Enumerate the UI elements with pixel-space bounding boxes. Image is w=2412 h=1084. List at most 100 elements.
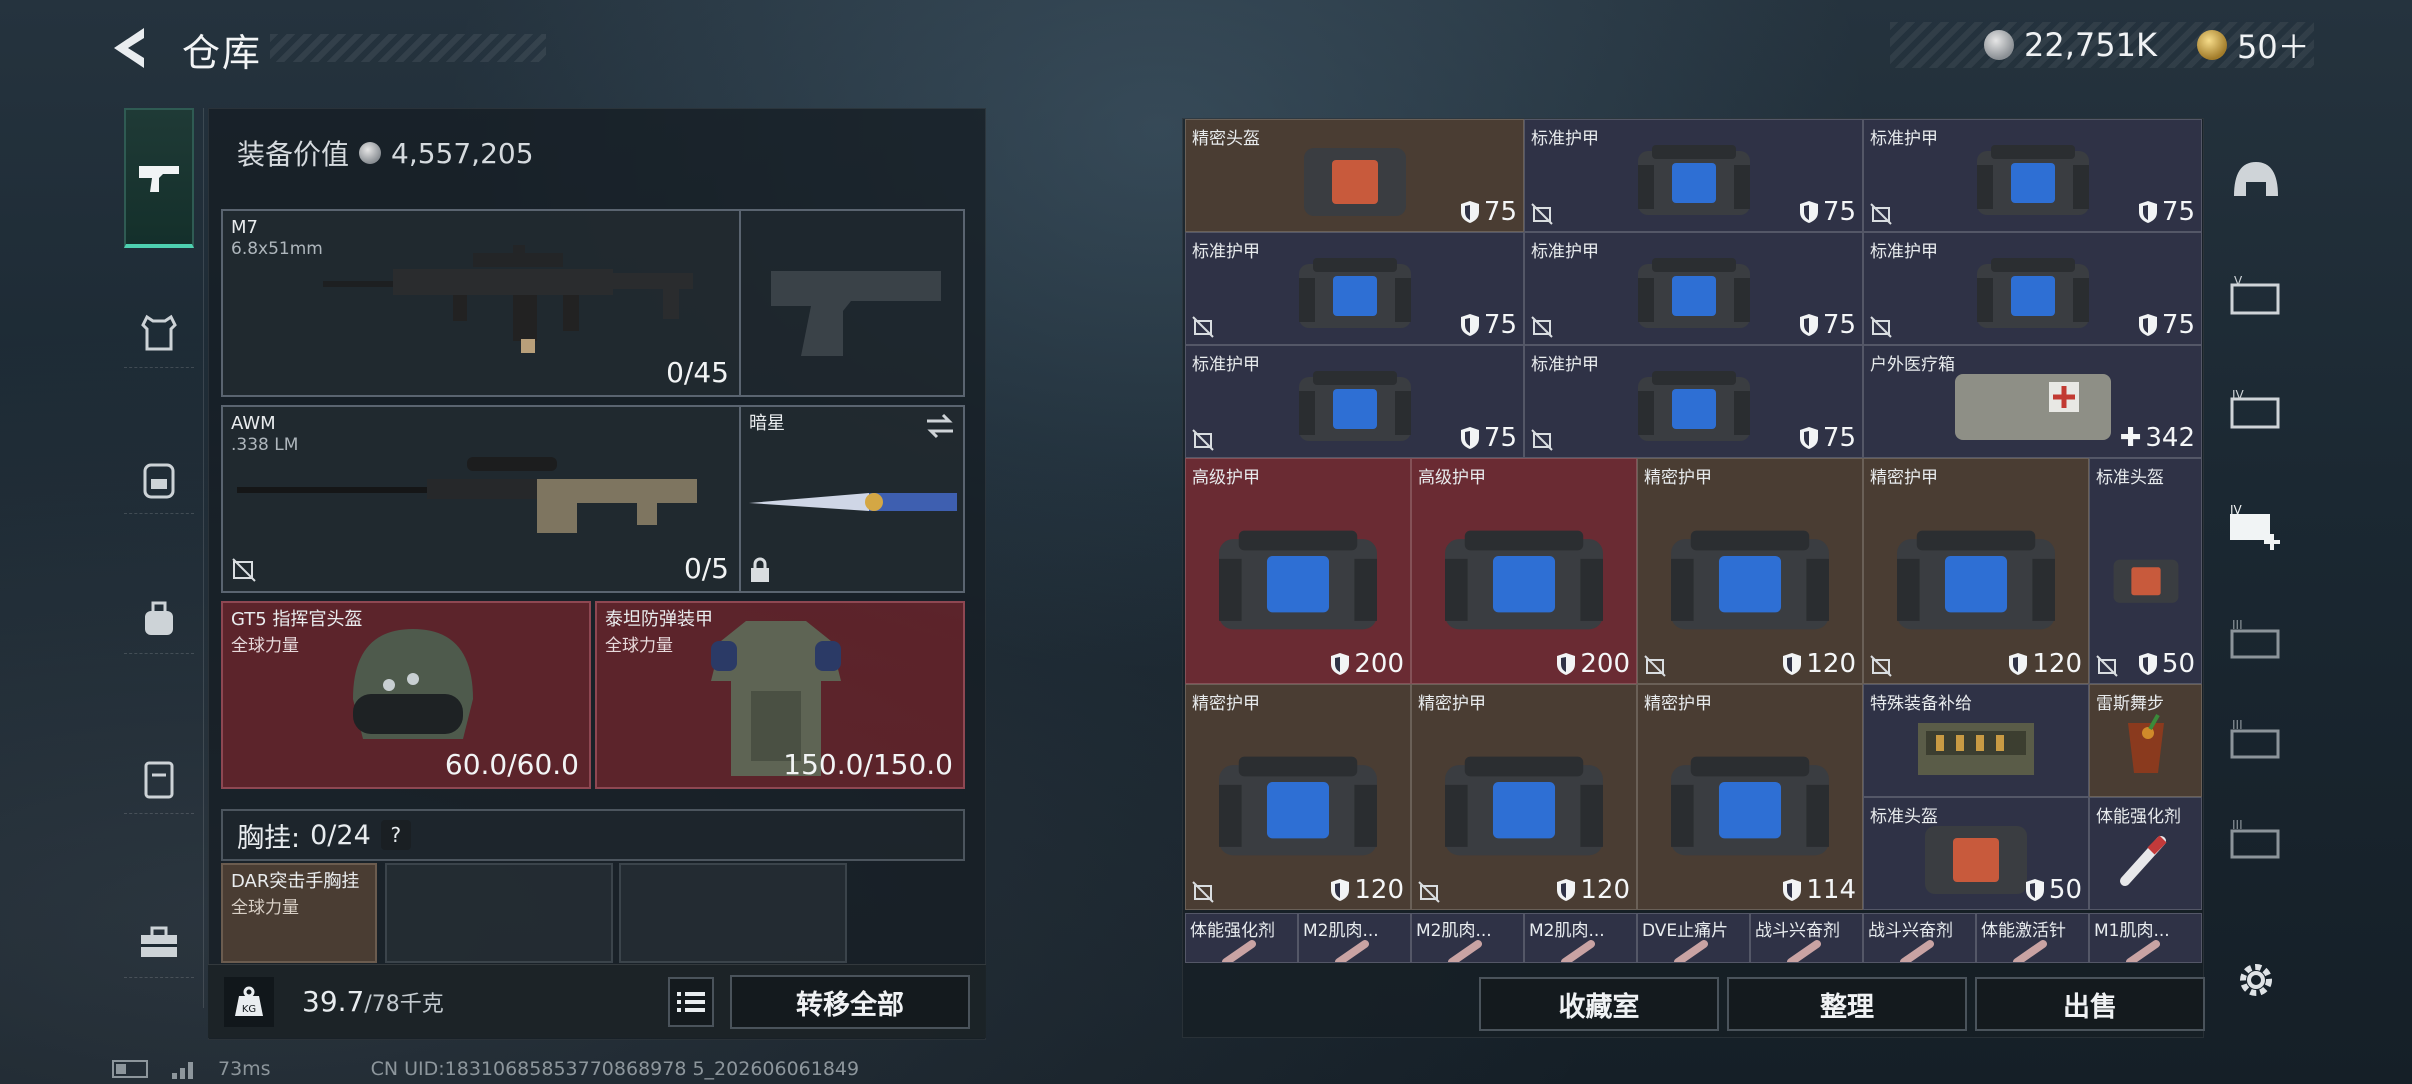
item-value-wrap: 120 bbox=[1782, 649, 1856, 679]
consumable-item[interactable]: M2肌肉... bbox=[1298, 913, 1411, 963]
item-name: 标准头盔 bbox=[2096, 468, 2164, 488]
shield-icon bbox=[1460, 427, 1479, 449]
consumable-item[interactable]: 战斗兴奋剂 bbox=[1750, 913, 1863, 963]
inventory-item[interactable]: 标准护甲 75 bbox=[1524, 232, 1863, 345]
item-value-wrap: 114 bbox=[1782, 875, 1856, 905]
armor-durability: 150.0/150.0 bbox=[783, 748, 953, 781]
consumable-item[interactable]: M2肌肉... bbox=[1524, 913, 1637, 963]
supply-crate-image bbox=[1918, 722, 2034, 775]
armor-bag-image bbox=[1219, 530, 1377, 630]
rail-tab-vest[interactable] bbox=[124, 298, 194, 368]
transfer-all-button[interactable]: 转移全部 bbox=[730, 975, 970, 1029]
rail-tab-weapons[interactable] bbox=[124, 108, 194, 248]
inventory-item[interactable]: 标准护甲 75 bbox=[1863, 232, 2202, 345]
inventory-item[interactable]: 精密护甲 120 bbox=[1185, 684, 1411, 910]
consumable-item[interactable]: 体能激活针 bbox=[1976, 913, 2089, 963]
item-name: 精密护甲 bbox=[1870, 468, 1938, 488]
inventory-item[interactable]: 标准头盔 50 bbox=[1863, 797, 2089, 910]
item-value: 120 bbox=[2032, 649, 2082, 679]
inventory-item[interactable]: 标准护甲 75 bbox=[1863, 119, 2202, 232]
inventory-item[interactable]: 精密头盔 75 bbox=[1185, 119, 1524, 232]
primary-weapon-slot[interactable]: M7 6.8x51mm 0/45 bbox=[221, 209, 741, 397]
toolbox-icon bbox=[141, 926, 177, 957]
item-value: 75 bbox=[1483, 310, 1517, 340]
syringe-image bbox=[2119, 835, 2167, 886]
consumable-item[interactable]: M2肌肉... bbox=[1411, 913, 1524, 963]
no-attachment-icon bbox=[1870, 655, 1892, 677]
back-arrow-icon[interactable] bbox=[112, 26, 158, 70]
item-value-wrap: 75 bbox=[2138, 197, 2195, 227]
consumable-item[interactable]: 体能强化剂 bbox=[1185, 913, 1298, 963]
consumable-image bbox=[1561, 940, 1595, 962]
consumable-item[interactable]: M1肌肉... bbox=[2089, 913, 2202, 963]
inventory-item[interactable]: 高级护甲 200 bbox=[1411, 458, 1637, 684]
tab-tier3-case[interactable]: III bbox=[2224, 708, 2288, 772]
inventory-item[interactable]: 雷斯舞步 bbox=[2089, 684, 2202, 797]
title-stripe bbox=[270, 34, 546, 62]
consumable-item[interactable]: DVE止痛片 bbox=[1637, 913, 1750, 963]
helmet-slot[interactable]: GT5 指挥官头盔 全球力量 60.0/60.0 bbox=[221, 601, 591, 789]
sidearm-slot-empty[interactable] bbox=[739, 209, 965, 397]
no-attachment-icon bbox=[1192, 429, 1214, 451]
rail-tab-backpack[interactable] bbox=[124, 444, 194, 514]
inventory-item[interactable]: 体能强化剂 bbox=[2089, 797, 2202, 910]
no-attachment-icon bbox=[1870, 316, 1892, 338]
inventory-item[interactable]: 精密护甲 120 bbox=[1637, 458, 1863, 684]
melee-slot[interactable]: 暗星 bbox=[739, 405, 965, 593]
sort-button[interactable]: 整理 bbox=[1727, 977, 1967, 1031]
helmet-case-image bbox=[2113, 559, 2178, 603]
inventory-item[interactable]: 高级护甲 200 bbox=[1185, 458, 1411, 684]
rig-pocket-empty[interactable] bbox=[385, 863, 613, 963]
tier3-case-icon: III bbox=[2230, 819, 2280, 859]
chest-rig-slot[interactable]: DAR突击手胸挂 全球力量 bbox=[221, 863, 377, 963]
consumable-item[interactable]: 战斗兴奋剂 bbox=[1863, 913, 1976, 963]
svg-text:IV: IV bbox=[2232, 389, 2245, 402]
tab-tier4-case[interactable]: IV bbox=[2224, 378, 2288, 442]
inventory-item[interactable]: 户外医疗箱 ✚ 342 bbox=[1863, 345, 2202, 458]
tier4-case-icon: IV bbox=[2230, 389, 2280, 429]
no-attachment-icon bbox=[1644, 655, 1666, 677]
status-bar: 73ms CN UID:18310685853770868978 5_20260… bbox=[112, 1058, 859, 1080]
consumable-image bbox=[1674, 940, 1708, 962]
tab-tier5-case[interactable]: V bbox=[2224, 264, 2288, 328]
rail-tab-locker[interactable] bbox=[124, 744, 194, 814]
inventory-item[interactable]: 精密护甲 114 bbox=[1637, 684, 1863, 910]
item-value-wrap: 200 bbox=[1330, 649, 1404, 679]
tab-tier3-case[interactable]: III bbox=[2224, 608, 2288, 672]
page-title: 仓库 bbox=[182, 31, 263, 75]
armor-bag-image bbox=[1219, 756, 1377, 856]
shield-icon bbox=[2138, 201, 2157, 223]
no-attachment-icon bbox=[232, 558, 256, 582]
inventory-item[interactable]: 标准护甲 75 bbox=[1524, 345, 1863, 458]
inventory-item[interactable]: 标准护甲 75 bbox=[1185, 232, 1524, 345]
list-view-button[interactable] bbox=[668, 977, 714, 1027]
swap-icon[interactable] bbox=[925, 413, 955, 439]
armor-slot[interactable]: 泰坦防弹装甲 全球力量 150.0/150.0 bbox=[595, 601, 965, 789]
silver-coin-icon bbox=[1984, 30, 2014, 60]
secondary-weapon-slot[interactable]: AWM .338 LM 0/5 bbox=[221, 405, 741, 593]
rail-tab-toolbox[interactable] bbox=[124, 908, 194, 978]
item-value-wrap: 200 bbox=[1556, 649, 1630, 679]
item-name: 标准护甲 bbox=[1870, 242, 1938, 262]
no-attachment-icon bbox=[1531, 316, 1553, 338]
settings-button[interactable] bbox=[2224, 948, 2288, 1012]
tab-tier4-add[interactable]: IV bbox=[2224, 496, 2288, 560]
rig-pocket-empty[interactable] bbox=[619, 863, 847, 963]
inventory-item[interactable]: 标准头盔 50 bbox=[2089, 458, 2202, 684]
inventory-item[interactable]: 特殊装备补给 bbox=[1863, 684, 2089, 797]
inventory-item[interactable]: 精密护甲 120 bbox=[1863, 458, 2089, 684]
tab-helmet-case[interactable] bbox=[2224, 148, 2288, 212]
consumable-image bbox=[1448, 940, 1482, 962]
shield-icon bbox=[1799, 314, 1818, 336]
gold-amount[interactable]: 50＋ bbox=[2237, 22, 2310, 68]
inventory-item[interactable]: 标准护甲 75 bbox=[1185, 345, 1524, 458]
collection-room-button[interactable]: 收藏室 bbox=[1479, 977, 1719, 1031]
item-name: 标准护甲 bbox=[1531, 242, 1599, 262]
inventory-item[interactable]: 精密护甲 120 bbox=[1411, 684, 1637, 910]
sell-button[interactable]: 出售 bbox=[1975, 977, 2205, 1031]
gold-coin-icon bbox=[2196, 30, 2227, 60]
inventory-item[interactable]: 标准护甲 75 bbox=[1524, 119, 1863, 232]
help-icon[interactable]: ? bbox=[380, 820, 411, 850]
tab-tier3-case[interactable]: III bbox=[2224, 808, 2288, 872]
rail-tab-bag[interactable] bbox=[124, 584, 194, 654]
